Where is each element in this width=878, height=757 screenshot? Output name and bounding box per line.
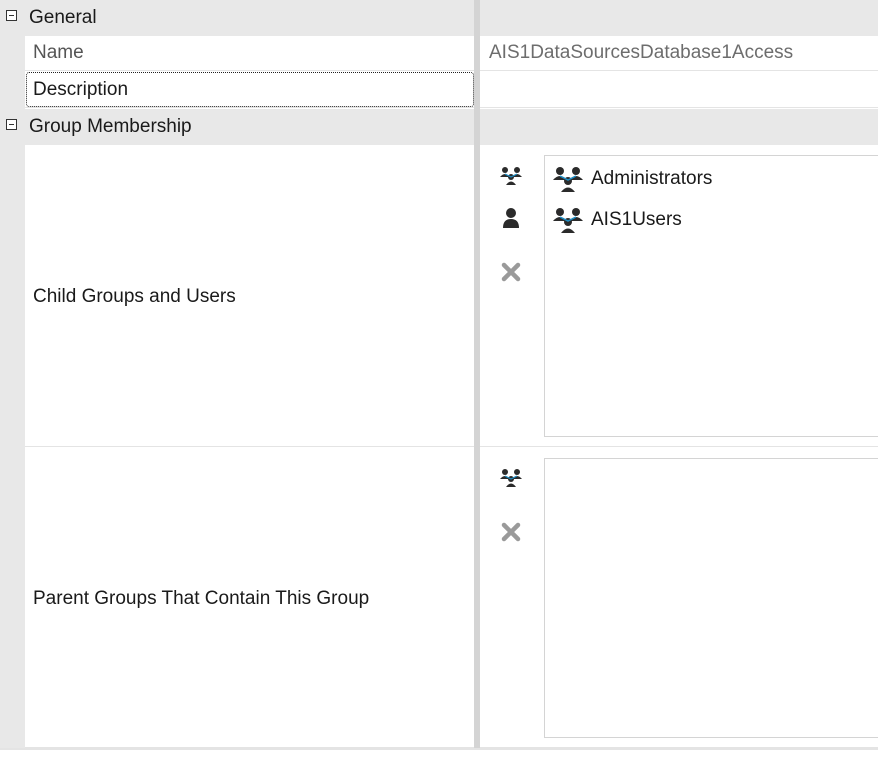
- category-splitter: [474, 109, 480, 145]
- category-general-label: General: [29, 7, 97, 28]
- remove-icon[interactable]: [498, 519, 524, 545]
- list-item-label: AIS1Users: [591, 209, 682, 230]
- property-child-groups-label: Child Groups and Users: [33, 286, 236, 307]
- property-description-label: Description: [33, 79, 129, 100]
- property-name-value[interactable]: AIS1DataSourcesDatabase1Access: [480, 36, 878, 71]
- property-child-groups-row[interactable]: Child Groups and Users: [25, 146, 474, 447]
- property-grid: General Name AIS1DataSourcesDatabase1Acc…: [0, 0, 878, 757]
- parent-groups-listbox[interactable]: [544, 458, 878, 738]
- grid-bottom-border: [0, 748, 878, 750]
- child-groups-listbox[interactable]: Administrators AIS1Users: [544, 155, 878, 437]
- collapse-toggle-icon[interactable]: [6, 119, 17, 130]
- name-value-text: AIS1DataSourcesDatabase1Access: [489, 42, 794, 63]
- collapse-toggle-icon[interactable]: [6, 10, 17, 21]
- category-group-membership[interactable]: Group Membership: [0, 109, 878, 145]
- list-item[interactable]: Administrators: [551, 162, 712, 196]
- property-name-row[interactable]: Name: [25, 36, 474, 71]
- remove-icon[interactable]: [498, 259, 524, 285]
- property-parent-groups-row[interactable]: Parent Groups That Contain This Group: [25, 448, 474, 748]
- list-item[interactable]: AIS1Users: [551, 203, 682, 237]
- category-general[interactable]: General: [0, 0, 878, 36]
- add-group-icon[interactable]: [498, 465, 524, 491]
- property-description-value[interactable]: [480, 72, 878, 108]
- property-description-row[interactable]: Description: [25, 72, 474, 108]
- add-user-icon[interactable]: [498, 205, 524, 231]
- group-icon: [551, 203, 585, 237]
- group-icon: [551, 162, 585, 196]
- category-splitter: [474, 0, 480, 36]
- add-group-icon[interactable]: [498, 163, 524, 189]
- property-parent-groups-label: Parent Groups That Contain This Group: [33, 588, 370, 609]
- list-item-label: Administrators: [591, 168, 713, 189]
- property-name-label: Name: [33, 42, 84, 63]
- category-group-membership-label: Group Membership: [29, 116, 192, 137]
